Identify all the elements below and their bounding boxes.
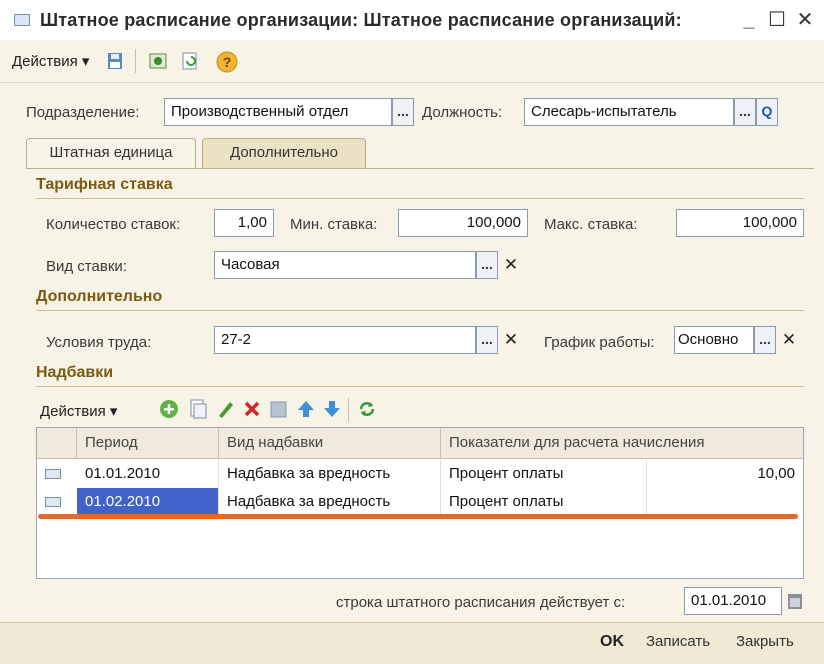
bonuses-section-title: Надбавки bbox=[36, 364, 114, 381]
view-icon[interactable] bbox=[148, 51, 168, 71]
delete-row-icon[interactable] bbox=[242, 398, 262, 425]
work-schedule-field[interactable]: Основно bbox=[674, 326, 754, 354]
column-header-indicators[interactable]: Показатели для расчета начисления bbox=[441, 428, 803, 458]
column-header-period[interactable]: Период bbox=[77, 428, 219, 458]
position-label: Должность: bbox=[422, 104, 503, 121]
bonuses-toolbar-separator bbox=[348, 398, 349, 422]
ok-button[interactable]: OK bbox=[600, 633, 624, 651]
edit-row-icon[interactable] bbox=[216, 398, 236, 425]
toolbar-separator bbox=[135, 49, 137, 73]
save-icon[interactable] bbox=[105, 51, 125, 71]
save-button[interactable]: Записать bbox=[646, 633, 710, 650]
department-label: Подразделение: bbox=[26, 104, 140, 121]
cell-period-selected[interactable]: 01.02.2010 bbox=[77, 488, 219, 516]
help-glyph: ? bbox=[223, 54, 232, 70]
bonuses-actions-menu-button[interactable]: Действия ▾ bbox=[40, 402, 117, 420]
help-icon[interactable]: ? bbox=[216, 51, 238, 73]
max-rate-field[interactable]: 100,000 bbox=[676, 209, 804, 237]
min-rate-label: Мин. ставка: bbox=[290, 216, 378, 233]
tariff-section-title: Тарифная ставка bbox=[36, 176, 173, 193]
icon-column-header bbox=[37, 428, 77, 458]
cell-indicator[interactable]: Процент оплаты bbox=[441, 488, 647, 516]
table-row[interactable]: 01.02.2010 Надбавка за вредность Процент… bbox=[37, 488, 803, 516]
work-conditions-select-button[interactable]: ... bbox=[476, 326, 498, 354]
end-edit-icon[interactable] bbox=[268, 398, 288, 425]
position-field[interactable]: Слесарь-испытатель bbox=[524, 98, 734, 126]
work-schedule-clear-icon[interactable]: ✕ bbox=[780, 326, 798, 354]
validity-date-field[interactable]: 01.01.2010 bbox=[684, 587, 782, 615]
rate-count-field[interactable]: 1,00 bbox=[214, 209, 274, 237]
additional-section-title: Дополнительно bbox=[36, 288, 163, 305]
position-search-icon[interactable]: Q bbox=[756, 98, 778, 126]
tab-staff-unit[interactable]: Штатная единица bbox=[26, 138, 196, 169]
staffing-window: Штатное расписание организации: Штатное … bbox=[0, 0, 824, 664]
row-type-icon bbox=[45, 497, 61, 507]
window-title: Штатное расписание организации: Штатное … bbox=[40, 9, 682, 30]
validity-label: строка штатного расписания действует с: bbox=[336, 594, 626, 611]
move-up-icon[interactable] bbox=[296, 398, 316, 425]
cell-bonus-type[interactable]: Надбавка за вредность bbox=[219, 460, 441, 488]
window-icon bbox=[14, 14, 30, 26]
calendar-icon[interactable] bbox=[786, 590, 804, 617]
table-header: Период Вид надбавки Показатели для расче… bbox=[37, 428, 803, 459]
cell-bonus-type[interactable]: Надбавка за вредность bbox=[219, 488, 441, 516]
refresh-icon[interactable] bbox=[180, 51, 200, 71]
position-select-button[interactable]: ... bbox=[734, 98, 756, 126]
copy-row-icon[interactable] bbox=[188, 398, 208, 425]
bonuses-section-divider bbox=[36, 386, 804, 387]
tab-additional[interactable]: Дополнительно bbox=[202, 138, 366, 168]
cell-indicator[interactable]: Процент оплаты bbox=[441, 460, 647, 488]
move-down-icon[interactable] bbox=[322, 398, 342, 425]
work-conditions-field[interactable]: 27-2 bbox=[214, 326, 476, 354]
table-row[interactable]: 01.01.2010 Надбавка за вредность Процент… bbox=[37, 460, 803, 488]
footer-bar: OK Записать Закрыть bbox=[0, 622, 824, 664]
max-rate-label: Макс. ставка: bbox=[544, 216, 638, 233]
add-row-icon[interactable] bbox=[158, 398, 180, 425]
rate-type-clear-icon[interactable]: ✕ bbox=[502, 251, 520, 279]
department-select-button[interactable]: ... bbox=[392, 98, 414, 126]
rate-type-label: Вид ставки: bbox=[46, 258, 127, 275]
work-schedule-select-button[interactable]: ... bbox=[754, 326, 776, 354]
rate-type-select-button[interactable]: ... bbox=[476, 251, 498, 279]
refresh-list-icon[interactable] bbox=[356, 398, 378, 425]
min-rate-field[interactable]: 100,000 bbox=[398, 209, 528, 237]
rate-type-field[interactable]: Часовая bbox=[214, 251, 476, 279]
highlight-underline bbox=[38, 514, 798, 519]
additional-section-divider bbox=[36, 310, 804, 311]
work-conditions-clear-icon[interactable]: ✕ bbox=[502, 326, 520, 354]
row-type-icon bbox=[45, 469, 61, 479]
title-bar: Штатное расписание организации: Штатное … bbox=[0, 0, 824, 41]
bonuses-table[interactable]: Период Вид надбавки Показатели для расче… bbox=[36, 427, 804, 579]
main-toolbar: Действия ▾ ? bbox=[0, 40, 824, 83]
work-conditions-label: Условия труда: bbox=[46, 334, 152, 351]
cell-period[interactable]: 01.01.2010 bbox=[77, 460, 219, 488]
column-header-bonus-type[interactable]: Вид надбавки bbox=[219, 428, 441, 458]
maximize-button[interactable]: ☐ bbox=[764, 8, 790, 32]
tariff-section-divider bbox=[36, 198, 804, 199]
minimize-button[interactable]: _ bbox=[736, 8, 762, 32]
rate-count-label: Количество ставок: bbox=[46, 216, 181, 233]
cell-value[interactable]: 10,00 bbox=[647, 460, 803, 488]
department-field[interactable]: Производственный отдел bbox=[164, 98, 392, 126]
close-form-button[interactable]: Закрыть bbox=[736, 633, 794, 650]
actions-menu-button[interactable]: Действия ▾ bbox=[8, 49, 93, 73]
work-schedule-label: График работы: bbox=[544, 334, 655, 351]
close-button[interactable]: ✕ bbox=[792, 8, 818, 32]
cell-value[interactable] bbox=[647, 488, 803, 516]
